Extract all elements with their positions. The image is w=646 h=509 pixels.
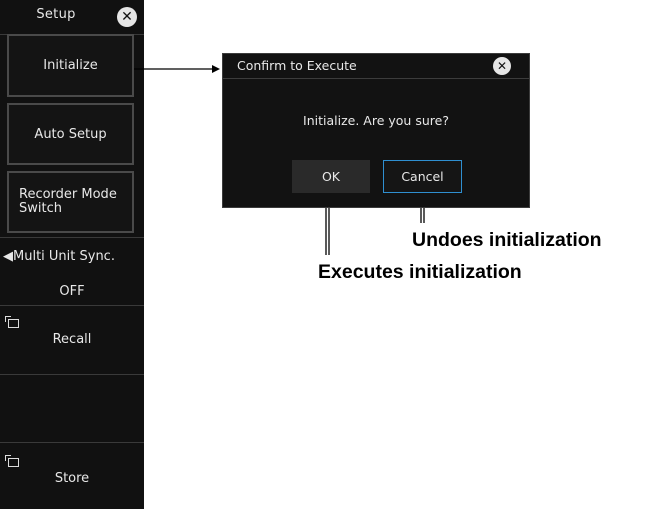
close-icon[interactable]: ✕ (493, 57, 511, 75)
ok-button[interactable]: OK (292, 160, 370, 193)
dialog-message: Initialize. Are you sure? (303, 113, 449, 128)
cancel-button[interactable]: Cancel (383, 160, 462, 193)
arrow-head (212, 65, 220, 73)
ok-annotation: Executes initialization (318, 261, 522, 283)
dialog-titlebar: Confirm to Execute ✕ (223, 54, 529, 79)
confirm-dialog: Confirm to Execute ✕ Initialize. Are you… (222, 53, 530, 208)
dialog-title: Confirm to Execute (237, 58, 357, 73)
cancel-annotation: Undoes initialization (412, 229, 602, 251)
